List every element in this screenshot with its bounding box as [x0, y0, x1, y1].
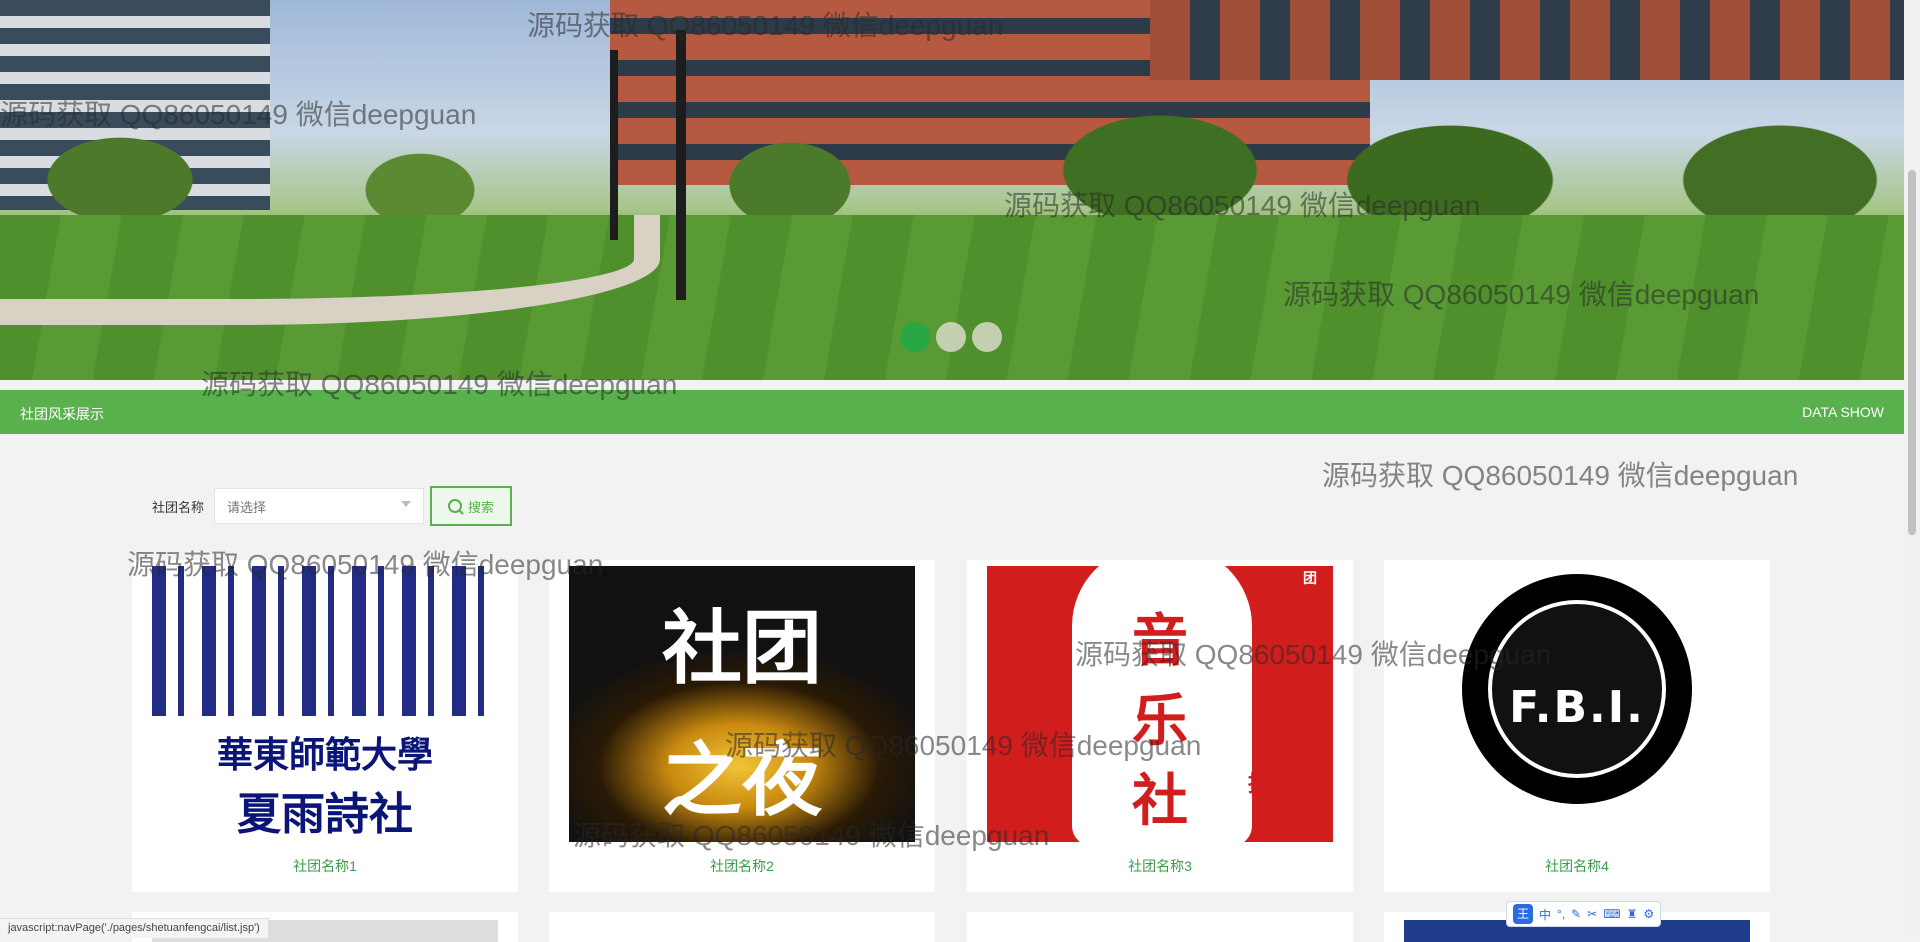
poster-text: F.B.I.	[1509, 682, 1645, 733]
pen-icon[interactable]: ✎	[1571, 907, 1581, 921]
poster-text: 之夜	[662, 733, 822, 827]
select-placeholder: 请选择	[227, 499, 267, 515]
carousel-dot-3[interactable]	[972, 322, 1002, 352]
carousel-dot-1[interactable]	[900, 322, 930, 352]
club-name-link[interactable]: 社团名称4	[1384, 856, 1770, 876]
club-poster[interactable]: 音 乐 社 招新 团	[987, 566, 1333, 842]
poster-art	[152, 566, 498, 716]
section-header: 社团风采展示 DATA SHOW	[0, 390, 1904, 434]
poster-text: 社团	[662, 601, 822, 695]
skin-icon[interactable]: ♜	[1627, 907, 1638, 921]
watermark: 源码获取 QQ86050149 微信deepguan	[1322, 460, 1799, 491]
poster-text: 華東師範大學	[216, 734, 433, 776]
lamp-post	[610, 50, 618, 240]
search-form: 社团名称 请选择 搜索	[152, 486, 513, 526]
carousel-dots	[900, 322, 1002, 352]
club-card[interactable]: 華東師範大學 夏雨詩社 社团名称1	[132, 560, 518, 892]
search-button[interactable]: 搜索	[430, 486, 513, 526]
club-name-link[interactable]: 社团名称3	[967, 856, 1353, 876]
club-poster[interactable]: 社团 之夜	[569, 566, 915, 842]
club-poster[interactable]	[569, 920, 915, 942]
page-scrollbar[interactable]	[1904, 0, 1920, 938]
search-icon	[448, 499, 462, 513]
search-button-label: 搜索	[468, 499, 495, 515]
gear-icon[interactable]: ⚙	[1643, 907, 1654, 921]
lamp-post	[676, 30, 686, 300]
poster-text: 乐	[1132, 688, 1188, 754]
scissors-icon[interactable]: ✂	[1587, 907, 1597, 921]
keyboard-icon[interactable]: ⌨	[1603, 907, 1620, 921]
section-title: 社团风采展示	[20, 406, 104, 422]
poster-text: 团	[1303, 571, 1317, 587]
ime-mode[interactable]: 中	[1539, 906, 1551, 923]
club-card[interactable]: F.B.I. 社团名称4	[1384, 560, 1770, 892]
club-name-link[interactable]: 社团名称1	[132, 856, 518, 876]
punctuation-icon[interactable]: °,	[1557, 907, 1565, 921]
poster-text: 音	[1132, 608, 1188, 674]
poster-text: 招新	[1247, 771, 1292, 797]
scrollbar-thumb[interactable]	[1908, 170, 1916, 535]
browser-status-bar: javascript:navPage('./pages/shetuanfengc…	[0, 918, 269, 938]
club-card[interactable]: 音 乐 社 招新 团 社团名称3	[967, 560, 1353, 892]
poster-text: 夏雨詩社	[237, 789, 413, 840]
hero-banner[interactable]	[0, 0, 1904, 380]
ime-toolbar[interactable]: 王 中 °, ✎ ✂ ⌨ ♜ ⚙	[1506, 901, 1662, 927]
club-name-link[interactable]: 社团名称2	[549, 856, 935, 876]
club-name-label: 社团名称	[152, 499, 205, 515]
club-poster[interactable]: 華東師範大學 夏雨詩社	[152, 566, 498, 842]
club-card[interactable]: 社团 之夜 社团名称2	[549, 560, 935, 892]
carousel-dot-2[interactable]	[936, 322, 966, 352]
ime-logo-icon[interactable]: 王	[1513, 904, 1533, 924]
club-name-select[interactable]: 请选择	[214, 488, 425, 524]
data-show-link[interactable]: DATA SHOW	[1802, 404, 1884, 420]
chevron-down-icon	[401, 501, 412, 507]
club-poster[interactable]	[987, 920, 1333, 942]
club-poster[interactable]: F.B.I.	[1404, 566, 1750, 842]
building-right	[1150, 0, 1904, 80]
